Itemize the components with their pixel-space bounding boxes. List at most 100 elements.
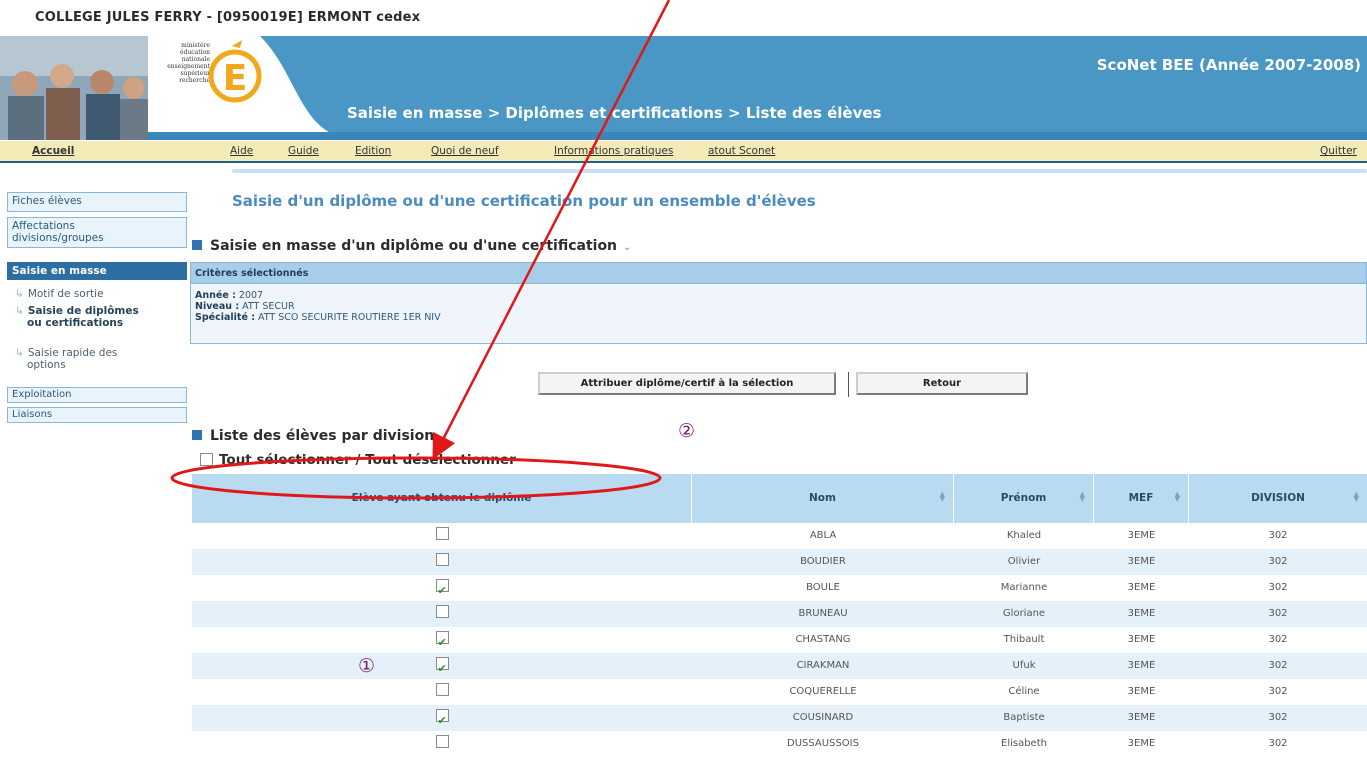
cell-prenom: Céline	[1008, 686, 1040, 697]
cell-division: 302	[1268, 660, 1288, 671]
annee-label: Année :	[195, 290, 236, 301]
cell-diplome	[192, 523, 692, 549]
sidebar-item-label: divisions/groupes	[12, 232, 104, 244]
column-header-label: MEF	[1128, 492, 1154, 504]
cell-division: 302	[1268, 530, 1288, 541]
cell-mef: 3EME	[1127, 556, 1156, 567]
cell-nom: BRUNEAU	[798, 608, 848, 619]
table-row: DUSSAUSSOIS Elisabeth 3EME 302	[192, 731, 1367, 757]
cell-mef: 3EME	[1127, 660, 1156, 671]
retour-button[interactable]: Retour	[856, 372, 1028, 395]
cell-nom: DUSSAUSSOIS	[787, 738, 859, 749]
cell-diplome	[192, 705, 692, 734]
cell-nom: ABLA	[809, 530, 837, 541]
cell-division: 302	[1268, 738, 1288, 749]
cell-prenom: Olivier	[1007, 556, 1041, 567]
section-saisie-en-masse[interactable]: Saisie en masse d'un diplôme ou d'une ce…	[192, 238, 631, 254]
cell-nom: CIRAKMAN	[796, 660, 850, 671]
cell-prenom: Gloriane	[1002, 608, 1046, 619]
diplome-checkbox[interactable]	[435, 527, 449, 540]
cell-prenom: Thibault	[1003, 634, 1045, 645]
table-row: BOUDIER Olivier 3EME 302	[192, 549, 1367, 575]
menu-aide[interactable]: Aide	[230, 145, 253, 157]
diplome-checkbox[interactable]	[435, 656, 449, 682]
cell-division: 302	[1268, 686, 1288, 697]
annotation-marker-2: ②	[678, 420, 696, 442]
menu-quitter[interactable]: Quitter	[1320, 145, 1357, 157]
chevron-down-icon: ⌄	[623, 242, 632, 253]
menu-quoi-de-neuf[interactable]: Quoi de neuf	[431, 145, 499, 157]
annotation-marker-1: ①	[358, 655, 376, 677]
cell-prenom: Khaled	[1006, 530, 1042, 541]
sub-arrow-icon: ↳	[15, 347, 24, 359]
sidebar-subitem-options[interactable]: ↳ Saisie rapide des options	[15, 347, 117, 371]
cell-mef: 3EME	[1127, 530, 1156, 541]
diplome-checkbox[interactable]	[435, 735, 449, 748]
cell-division: 302	[1268, 712, 1288, 723]
sidebar-subitem-motif[interactable]: ↳ Motif de sortie	[15, 288, 104, 300]
table-row: BRUNEAU Gloriane 3EME 302	[192, 601, 1367, 627]
cell-division: 302	[1268, 608, 1288, 619]
column-header-nom[interactable]: Nom ▲ ▼	[692, 474, 954, 523]
column-header-prenom[interactable]: Prénom ▲ ▼	[954, 474, 1094, 523]
menu-accueil[interactable]: Accueil	[32, 145, 74, 157]
column-header-label: Nom	[809, 492, 836, 504]
sidebar-subitem-label: options	[27, 359, 66, 371]
menu-edition[interactable]: Edition	[355, 145, 391, 157]
column-header-label: DIVISION	[1251, 492, 1305, 504]
students-photo	[0, 36, 148, 140]
cell-nom: COUSINARD	[792, 712, 854, 723]
specialite-value: ATT SCO SECURITE ROUTIERE 1ER NIV	[258, 312, 441, 323]
top-menu-bar: Accueil Aide Guide Edition Quoi de neuf …	[0, 141, 1367, 163]
sidebar-item-fiches-eleves[interactable]: Fiches élèves	[7, 192, 187, 212]
specialite-label: Spécialité :	[195, 312, 255, 323]
menu-atout-sconet[interactable]: atout Sconet	[708, 145, 775, 157]
diplome-checkbox[interactable]	[435, 708, 449, 734]
column-header-division[interactable]: DIVISION ▲ ▼	[1189, 474, 1367, 523]
column-header-diplome[interactable]: Elève ayant obtenu le diplôme	[192, 474, 692, 523]
menu-informations-pratiques[interactable]: Informations pratiques	[554, 145, 673, 157]
table-header: Elève ayant obtenu le diplôme Nom ▲ ▼ Prén…	[192, 474, 1367, 523]
column-header-label: Elève ayant obtenu le diplôme	[351, 492, 532, 504]
diplome-checkbox[interactable]	[435, 630, 449, 656]
cell-division: 302	[1268, 634, 1288, 645]
sidebar-item-liaisons[interactable]: Liaisons	[7, 407, 187, 423]
ministry-logo-text: ministère éducation nationale enseigneme…	[167, 42, 210, 84]
cell-mef: 3EME	[1127, 634, 1156, 645]
sort-icon: ▲ ▼	[1353, 490, 1359, 503]
school-title: COLLEGE JULES FERRY - [0950019E] ERMONT …	[35, 10, 421, 25]
niveau-value: ATT SECUR	[242, 301, 295, 312]
sidebar-subitem-label: Saisie de diplômes	[27, 305, 139, 317]
select-all-toggle[interactable]: Tout sélectionner / Tout désélectionner	[200, 452, 516, 468]
diplome-checkbox[interactable]	[435, 683, 449, 696]
diplome-checkbox[interactable]	[435, 605, 449, 618]
select-all-label: Tout sélectionner / Tout désélectionner	[219, 452, 516, 468]
cell-mef: 3EME	[1127, 582, 1156, 593]
cell-prenom: Ufuk	[1012, 660, 1036, 671]
diplome-checkbox[interactable]	[435, 578, 449, 604]
section-liste-eleves[interactable]: Liste des élèves par division ⌄	[192, 428, 449, 444]
cell-prenom: Baptiste	[1003, 712, 1045, 723]
sidebar-subitem-diplomes[interactable]: ↳ Saisie de diplômes ou certifications	[15, 305, 139, 329]
menu-guide[interactable]: Guide	[288, 145, 319, 157]
sort-icon: ▲ ▼	[1079, 490, 1085, 503]
criteria-panel: Année : 2007 Niveau : ATT SECUR Spéciali…	[190, 284, 1367, 344]
breadcrumb: Saisie en masse > Diplômes et certificat…	[347, 104, 882, 122]
table-row: ABLA Khaled 3EME 302	[192, 523, 1367, 549]
table-row: COQUERELLE Céline 3EME 302	[192, 679, 1367, 705]
cell-nom: BOULE	[806, 582, 840, 593]
sidebar-item-exploitation[interactable]: Exploitation	[7, 387, 187, 403]
select-all-checkbox[interactable]	[200, 453, 213, 466]
cell-prenom: Elisabeth	[1001, 738, 1047, 749]
header-banner: ministère éducation nationale enseigneme…	[0, 36, 1367, 140]
sidebar-item-affectations[interactable]: Affectations divisions/groupes	[7, 217, 187, 248]
column-header-mef[interactable]: MEF ▲ ▼	[1094, 474, 1189, 523]
table-row: CHASTANG Thibault 3EME 302	[192, 627, 1367, 656]
sort-icon: ▲ ▼	[1174, 490, 1180, 503]
diplome-checkbox[interactable]	[435, 553, 449, 566]
attribuer-button[interactable]: Attribuer diplôme/certif à la sélection	[538, 372, 836, 395]
sidebar-item-saisie-en-masse[interactable]: Saisie en masse	[7, 262, 187, 280]
sidebar-subitem-label: Motif de sortie	[27, 288, 104, 300]
sidebar-item-label: Affectations	[12, 220, 75, 232]
cell-prenom: Marianne	[1000, 582, 1048, 593]
